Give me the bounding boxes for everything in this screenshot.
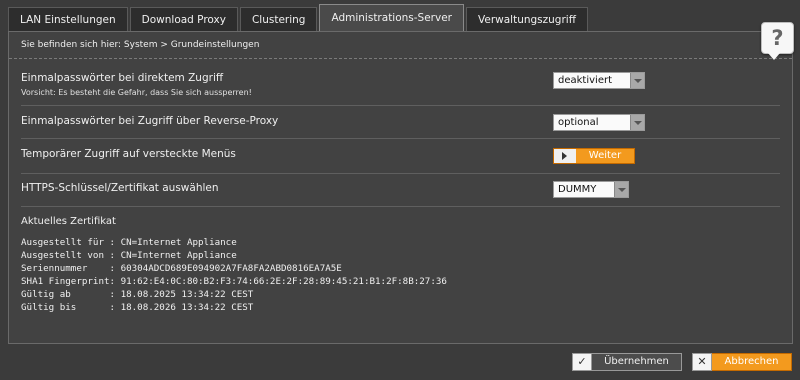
otp-direct-select[interactable]: deaktiviert [553, 72, 645, 89]
otp-proxy-label: Einmalpasswörter bei Zugriff über Revers… [21, 115, 279, 127]
cancel-button[interactable]: ✕ Abbrechen [692, 353, 792, 371]
hidden-menus-label: Temporärer Zugriff auf versteckte Menüs [21, 148, 236, 160]
cancel-button-label: Abbrechen [712, 353, 792, 371]
tab-bar: LAN Einstellungen Download Proxy Cluster… [8, 4, 590, 32]
tab-clustering[interactable]: Clustering [239, 7, 318, 32]
weiter-button-label: Weiter [576, 149, 634, 163]
tab-download-proxy[interactable]: Download Proxy [129, 7, 238, 32]
chevron-down-icon [630, 115, 644, 130]
row-divider [21, 206, 780, 207]
cert-issued-to: Ausgestellt für : CN=Internet Appliance [21, 237, 237, 248]
row-divider [21, 173, 780, 174]
cert-valid-to: Gültig bis : 18.08.2026 13:34:22 CEST [21, 302, 254, 313]
cert-serial: Seriennummer : 60304ADCD689E094902A7FA8F… [21, 263, 342, 274]
otp-direct-label: Einmalpasswörter bei direktem Zugriff [21, 72, 224, 84]
certificate-title: Aktuelles Zertifikat [21, 216, 116, 227]
check-icon: ✓ [572, 353, 592, 371]
settings-panel: Sie befinden sich hier: System > Grundei… [8, 31, 793, 344]
otp-proxy-select-value: optional [558, 117, 599, 128]
apply-button-label: Übernehmen [592, 353, 682, 371]
breadcrumb: Sie befinden sich hier: System > Grundei… [21, 40, 260, 50]
chevron-down-icon [630, 73, 644, 88]
help-icon: ? [771, 26, 784, 50]
chevron-down-icon [614, 182, 628, 197]
close-icon: ✕ [692, 353, 712, 371]
https-cert-label: HTTPS-Schlüssel/Zertifikat auswählen [21, 182, 219, 194]
row-divider [21, 105, 780, 106]
https-cert-select-value: DUMMY [558, 184, 597, 195]
tab-lan-einstellungen[interactable]: LAN Einstellungen [8, 7, 128, 32]
cert-valid-from: Gültig ab : 18.08.2025 13:34:22 CEST [21, 289, 254, 300]
weiter-button[interactable]: Weiter [553, 148, 635, 164]
otp-direct-select-value: deaktiviert [558, 75, 612, 86]
https-cert-select[interactable]: DUMMY [553, 181, 629, 198]
breadcrumb-divider [9, 58, 792, 59]
tab-administrations-server[interactable]: Administrations-Server [319, 4, 464, 32]
otp-proxy-select[interactable]: optional [553, 114, 645, 131]
cert-sha1: SHA1 Fingerprint: 91:62:E4:0C:80:B2:F3:7… [21, 276, 447, 287]
play-icon [554, 149, 576, 163]
help-button[interactable]: ? [761, 22, 794, 60]
tab-verwaltungszugriff[interactable]: Verwaltungszugriff [466, 7, 588, 32]
otp-direct-warning: Vorsicht: Es besteht die Gefahr, dass Si… [21, 88, 252, 97]
cert-issued-by: Ausgestellt von : CN=Internet Appliance [21, 250, 237, 261]
row-divider [21, 138, 780, 139]
apply-button[interactable]: ✓ Übernehmen [572, 353, 682, 371]
